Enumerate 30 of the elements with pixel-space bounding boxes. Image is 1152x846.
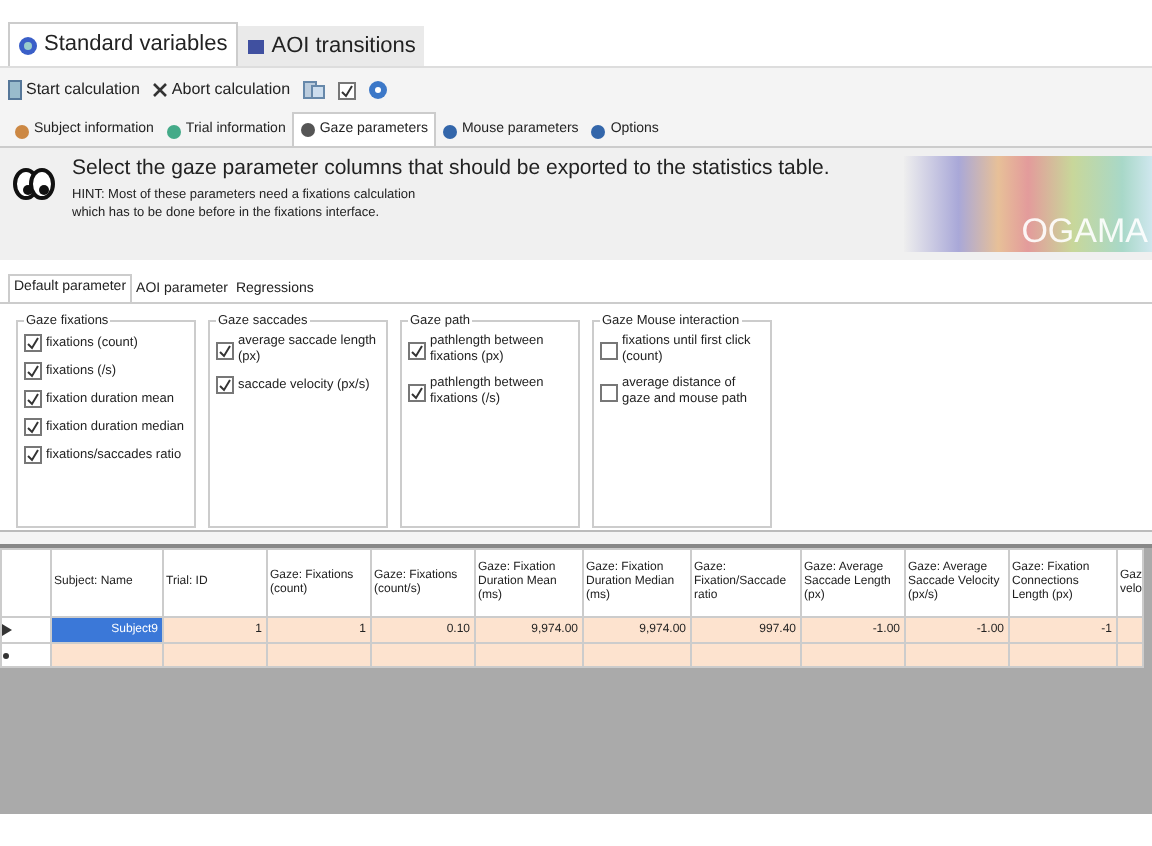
tab-icon	[18, 35, 38, 55]
checkbox[interactable]	[600, 383, 618, 401]
close-icon	[151, 82, 168, 98]
tab-icon	[590, 123, 607, 139]
checkbox[interactable]	[338, 81, 357, 99]
checkbox[interactable]	[24, 446, 42, 464]
checkbox[interactable]	[24, 390, 42, 408]
tab-icon	[441, 123, 458, 139]
tab-icon	[14, 123, 30, 139]
checkbox[interactable]	[24, 362, 42, 380]
row-header	[1, 549, 51, 617]
tab-icon	[165, 123, 182, 139]
document-icon	[8, 80, 22, 100]
start-button[interactable]: Start calculation	[8, 78, 140, 102]
tab-icon	[299, 122, 316, 138]
checkbox[interactable]	[216, 341, 234, 359]
checkbox[interactable]	[600, 341, 618, 359]
header-title: Select the gaze parameter columns that should be exported to the statistics table.	[72, 156, 832, 182]
main-tab[interactable]: AOI transitions	[237, 26, 424, 66]
checkbox[interactable]	[24, 334, 42, 352]
checkbox[interactable]	[216, 376, 234, 394]
main-tab[interactable]: Standard variables	[8, 22, 238, 66]
abort-button[interactable]: Abort calculation	[151, 78, 291, 102]
checkbox[interactable]	[24, 418, 42, 436]
checkbox[interactable]	[408, 341, 426, 359]
help-icon[interactable]	[368, 80, 389, 100]
export-icon[interactable]	[302, 80, 327, 100]
tab-icon	[245, 36, 266, 56]
checkbox[interactable]	[408, 383, 426, 401]
eyes-icon	[12, 164, 56, 204]
